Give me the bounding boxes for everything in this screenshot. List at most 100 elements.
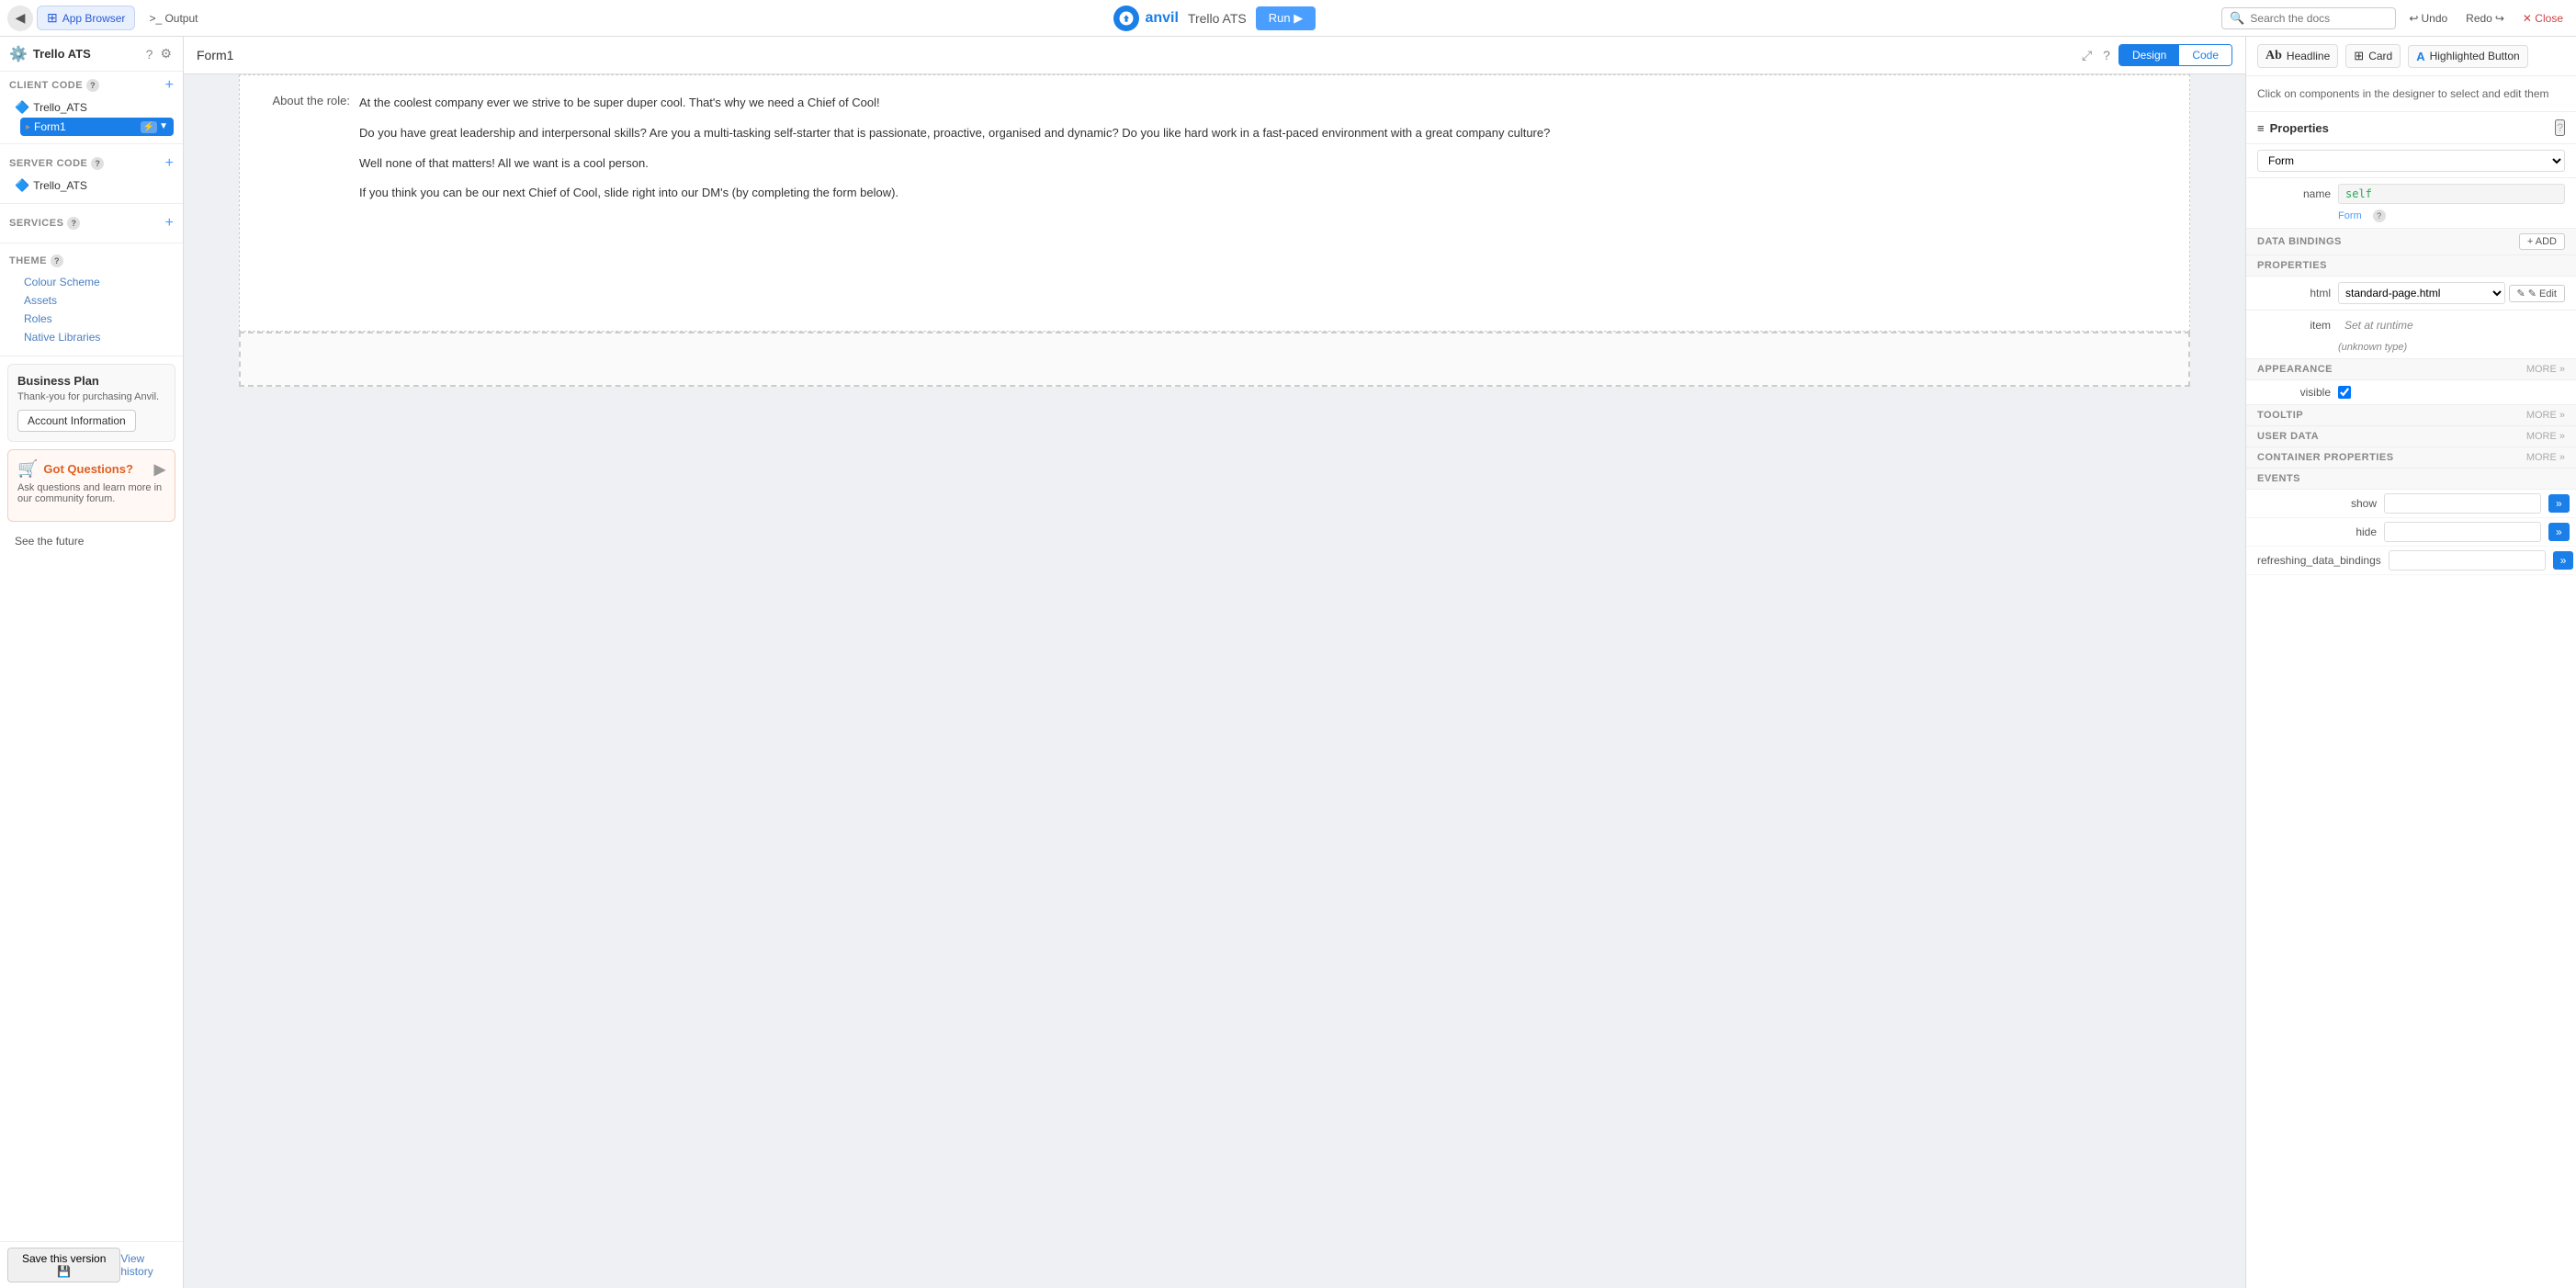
show-input[interactable]	[2384, 493, 2541, 514]
trello-ats-server-icon: 🔷	[15, 178, 29, 193]
refreshing-run-button[interactable]: »	[2553, 551, 2574, 570]
client-code-add-button[interactable]: +	[165, 77, 174, 94]
got-questions-desc: Ask questions and learn more in our comm…	[17, 482, 165, 504]
server-code-help-icon[interactable]: ?	[91, 157, 104, 170]
properties-sub-section-header: PROPERTIES	[2246, 255, 2576, 277]
form1-chevron-icon: ▼	[159, 121, 168, 133]
form1-arrow: ▸	[26, 122, 30, 132]
sidebar-item-assets[interactable]: Assets	[18, 291, 164, 310]
data-bindings-add-button[interactable]: + ADD	[2519, 233, 2565, 250]
view-history-link[interactable]: View history	[120, 1252, 175, 1278]
visible-checkbox[interactable]	[2338, 386, 2351, 399]
anvil-name: anvil	[1145, 10, 1178, 27]
refreshing-input[interactable]	[2389, 550, 2546, 571]
data-bindings-label: DATA BINDINGS	[2257, 236, 2342, 247]
events-label: EVENTS	[2257, 473, 2300, 484]
form-canvas: About the role: At the coolest company e…	[184, 74, 2245, 1288]
services-add-button[interactable]: +	[165, 215, 174, 232]
properties-title: ≡ Properties	[2257, 121, 2329, 135]
redo-button[interactable]: Redo ↪	[2460, 9, 2510, 28]
business-plan-desc: Thank-you for purchasing Anvil.	[17, 391, 165, 402]
name-value: self	[2338, 184, 2565, 204]
back-button[interactable]: ◀	[7, 6, 33, 31]
html-select[interactable]: standard-page.html	[2338, 282, 2505, 304]
fullscreen-button[interactable]: ⤢	[2079, 45, 2095, 66]
design-tab[interactable]: Design	[2119, 45, 2179, 65]
tooltip-section-header: TOOLTIP MORE »	[2246, 405, 2576, 426]
canvas-inner: About the role: At the coolest company e…	[184, 74, 2245, 1288]
drop-zone[interactable]	[239, 332, 2190, 387]
help-button[interactable]: ?	[2100, 45, 2113, 65]
form-link-help-icon[interactable]: ?	[2373, 209, 2386, 222]
sidebar-header-icons: ? ⚙	[144, 44, 174, 63]
visible-checkbox-wrap	[2338, 386, 2351, 399]
properties-icon: ≡	[2257, 121, 2265, 135]
html-edit-button[interactable]: ✎ ✎ Edit	[2509, 285, 2565, 302]
sidebar-item-trello-ats-server[interactable]: 🔷 Trello_ATS	[9, 175, 174, 196]
client-code-help-icon[interactable]: ?	[86, 79, 99, 92]
client-code-section: CLIENT CODE ? + 🔷 Trello_ATS ▸ Form1 ⚡ ▼	[0, 72, 183, 138]
code-tab[interactable]: Code	[2179, 45, 2231, 65]
question-icon: 🛒	[17, 459, 38, 479]
comp-highlighted-button[interactable]: A Highlighted Button	[2408, 45, 2527, 68]
hint-text: Click on components in the designer to s…	[2246, 76, 2576, 112]
name-label: name	[2257, 187, 2331, 200]
undo-icon: ↩	[2409, 12, 2418, 25]
sidebar-item-roles[interactable]: Roles	[18, 310, 164, 328]
hide-run-button[interactable]: »	[2548, 523, 2570, 541]
data-bindings-section-header: DATA BINDINGS + ADD	[2246, 229, 2576, 255]
sidebar-settings-button[interactable]: ⚙	[158, 44, 174, 63]
html-select-wrap: standard-page.html ✎ ✎ Edit	[2338, 282, 2565, 304]
properties-help-button[interactable]: ?	[2555, 119, 2565, 136]
server-code-add-button[interactable]: +	[165, 155, 174, 172]
got-questions-panel: 🛒 Got Questions? ▶ Ask questions and lea…	[7, 449, 175, 522]
undo-button[interactable]: ↩ Undo	[2403, 9, 2453, 28]
item-hint-row: (unknown type)	[2246, 340, 2576, 358]
prop-group-visible: visible	[2246, 380, 2576, 405]
sidebar: ⚙️ Trello ATS ? ⚙ CLIENT CODE ? + 🔷 Trel…	[0, 37, 184, 1288]
right-panel: Ab Headline ⊞ Card A Highlighted Button …	[2245, 37, 2576, 1288]
properties-header: ≡ Properties ?	[2246, 112, 2576, 144]
sidebar-item-colour-scheme[interactable]: Colour Scheme	[18, 273, 164, 291]
sidebar-item-native-libraries[interactable]: Native Libraries	[18, 328, 164, 346]
sidebar-item-form1[interactable]: ▸ Form1 ⚡ ▼	[20, 118, 174, 136]
close-button[interactable]: ✕ Close	[2517, 9, 2569, 28]
topbar-right: 🔍 ↩ Undo Redo ↪ ✕ Close	[2221, 7, 2569, 29]
container-props-more[interactable]: MORE »	[2526, 452, 2565, 463]
comp-card[interactable]: ⊞ Card	[2345, 44, 2401, 68]
search-input[interactable]	[2250, 12, 2388, 25]
comp-ab[interactable]: Ab Headline	[2257, 44, 2338, 68]
form-header: Form1 ⤢ ? Design Code	[184, 37, 2245, 74]
prop-group-item: item Set at runtime (unknown type)	[2246, 311, 2576, 359]
app-browser-tab[interactable]: ⊞ App Browser	[37, 6, 135, 30]
server-code-label: SERVER CODE ? +	[9, 155, 174, 172]
paragraph3: Well none of that matters! All we want i…	[359, 154, 1550, 174]
sidebar-item-trello-ats-client[interactable]: 🔷 Trello_ATS	[9, 97, 174, 118]
question-arrow-icon[interactable]: ▶	[154, 460, 165, 479]
card-icon: ⊞	[2354, 49, 2364, 63]
empty-canvas[interactable]	[184, 387, 2245, 708]
business-plan-panel: Business Plan Thank-you for purchasing A…	[7, 364, 175, 442]
appearance-more[interactable]: MORE »	[2526, 364, 2565, 375]
user-data-more[interactable]: MORE »	[2526, 431, 2565, 442]
form-type-select[interactable]: Form	[2257, 150, 2565, 172]
prop-row-form-type: Form	[2246, 144, 2576, 177]
show-run-button[interactable]: »	[2548, 494, 2570, 513]
prop-row-html: html standard-page.html ✎ ✎ Edit	[2246, 277, 2576, 310]
theme-help-icon[interactable]: ?	[51, 254, 63, 267]
sidebar-help-button[interactable]: ?	[144, 44, 155, 63]
output-tab[interactable]: >_ Output	[139, 7, 208, 29]
item-value: Set at runtime	[2338, 316, 2565, 334]
sidebar-title: ⚙️ Trello ATS	[9, 45, 91, 63]
run-button[interactable]: Run ▶	[1256, 6, 1316, 30]
tooltip-more[interactable]: MORE »	[2526, 410, 2565, 421]
container-props-section-header: CONTAINER PROPERTIES MORE »	[2246, 447, 2576, 469]
form-link[interactable]: Form	[2338, 210, 2362, 221]
form-content-area[interactable]: About the role: At the coolest company e…	[239, 74, 2190, 332]
services-help-icon[interactable]: ?	[67, 217, 80, 230]
services-section: SERVICES ? +	[0, 209, 183, 237]
save-version-button[interactable]: Save this version 💾	[7, 1248, 120, 1282]
job-text-block: About the role: At the coolest company e…	[240, 75, 2189, 236]
account-info-button[interactable]: Account Information	[17, 410, 136, 432]
hide-input[interactable]	[2384, 522, 2541, 542]
